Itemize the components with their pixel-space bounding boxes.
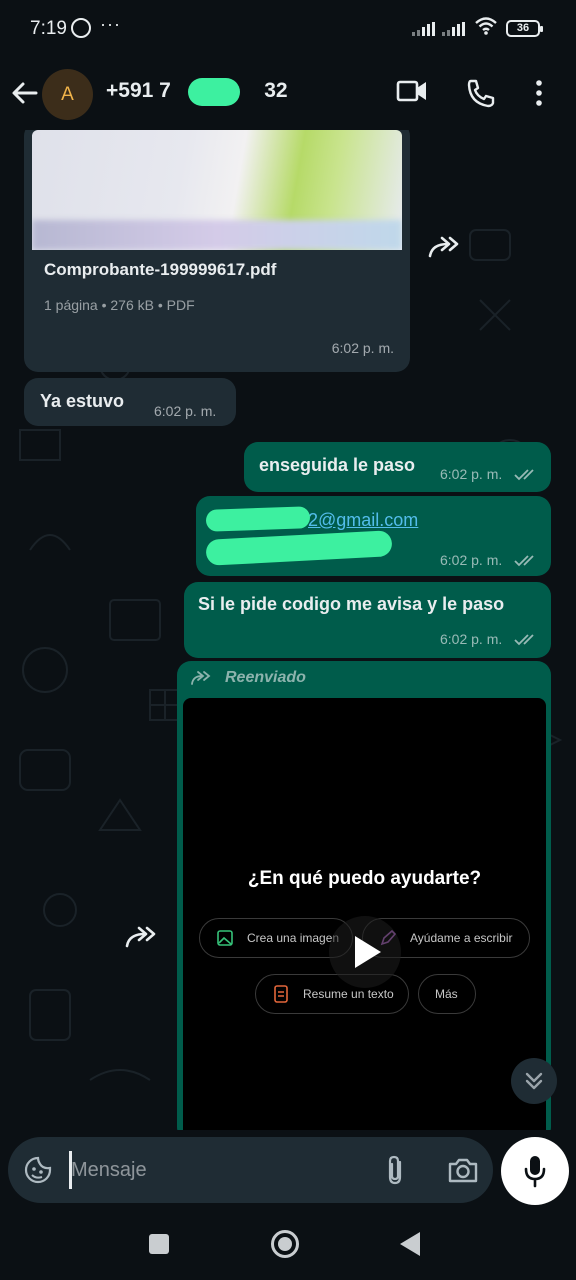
redaction-mark (205, 506, 311, 532)
forward-icon[interactable] (426, 234, 462, 260)
play-button[interactable] (329, 916, 401, 988)
avatar[interactable]: A (42, 69, 93, 120)
double-chevron-down-icon (525, 1072, 543, 1090)
message-input[interactable] (71, 1150, 361, 1190)
pdf-message-bubble[interactable]: Comprobante-199999617.pdf 1 página • 276… (24, 130, 410, 372)
video-call-icon[interactable] (396, 78, 428, 104)
message-bubble-incoming[interactable]: Ya estuvo 6:02 p. m. (24, 378, 236, 426)
video-thumbnail[interactable]: ¿En qué puedo ayudarte? Crea una imagen … (183, 698, 546, 1130)
voice-message-button[interactable] (501, 1137, 569, 1205)
message-time: 6:02 p. m. (331, 340, 394, 356)
more-notifications-icon: ··· (100, 14, 121, 34)
system-navigation-bar (0, 1210, 576, 1280)
whatsapp-notification-icon (71, 18, 91, 38)
sticker-icon[interactable] (23, 1155, 53, 1185)
back-arrow-icon[interactable] (10, 78, 40, 108)
double-check-icon (514, 469, 534, 481)
signal-icon-2 (442, 22, 465, 36)
pdf-filename: Comprobante-199999617.pdf (44, 260, 277, 279)
chat-area[interactable]: Comprobante-199999617.pdf 1 página • 276… (0, 130, 576, 1130)
message-time: 6:02 p. m. (440, 466, 503, 482)
chip-more: Más (418, 974, 476, 1014)
forwarded-label: Reenviado (225, 669, 306, 686)
wifi-icon (475, 17, 497, 35)
forwarded-icon (191, 671, 211, 685)
chip-label: Más (435, 987, 458, 1001)
recents-button[interactable] (149, 1234, 169, 1254)
message-time: 6:02 p. m. (154, 403, 217, 419)
menu-icon[interactable] (534, 78, 544, 108)
attach-icon[interactable] (384, 1154, 406, 1186)
forward-icon[interactable] (123, 924, 159, 950)
chat-header: A +591 7 32 (0, 60, 576, 130)
signal-icon (412, 22, 435, 36)
redaction-mark (188, 78, 240, 106)
video-screen-title: ¿En qué puedo ayudarte? (247, 868, 482, 889)
status-bar: 7:19 ··· 36 (0, 0, 576, 60)
chip-label: Ayúdame a escribir (410, 931, 513, 945)
message-bubble-outgoing[interactable]: Si le pide codigo me avisa y le paso 6:0… (184, 582, 551, 658)
message-text: Ya estuvo (40, 391, 125, 411)
home-button[interactable] (271, 1230, 299, 1258)
chip-label: Crea una imagen (247, 931, 340, 945)
message-composer (8, 1137, 493, 1203)
document-icon (274, 985, 288, 1003)
message-text: Si le pide codigo me avisa y le paso (198, 594, 505, 614)
message-text: enseguida le paso (259, 455, 416, 475)
scroll-to-bottom-button[interactable] (511, 1058, 557, 1104)
play-icon (355, 936, 381, 968)
message-time: 6:02 p. m. (440, 631, 503, 647)
double-check-icon (514, 555, 534, 567)
voice-call-icon[interactable] (466, 78, 496, 108)
back-button[interactable] (400, 1232, 420, 1256)
message-time: 6:02 p. m. (440, 552, 503, 568)
camera-icon[interactable] (447, 1156, 479, 1184)
email-link[interactable]: 2@gmail.com (308, 510, 418, 531)
pdf-meta: 1 página • 276 kB • PDF (44, 297, 195, 313)
microphone-icon (524, 1156, 546, 1188)
battery-indicator: 36 (506, 20, 543, 37)
status-time: 7:19 (30, 18, 67, 39)
double-check-icon (514, 634, 534, 646)
image-icon (217, 930, 233, 946)
pdf-thumbnail[interactable] (32, 130, 402, 250)
message-bubble-outgoing[interactable]: enseguida le paso 6:02 p. m. (244, 442, 551, 492)
